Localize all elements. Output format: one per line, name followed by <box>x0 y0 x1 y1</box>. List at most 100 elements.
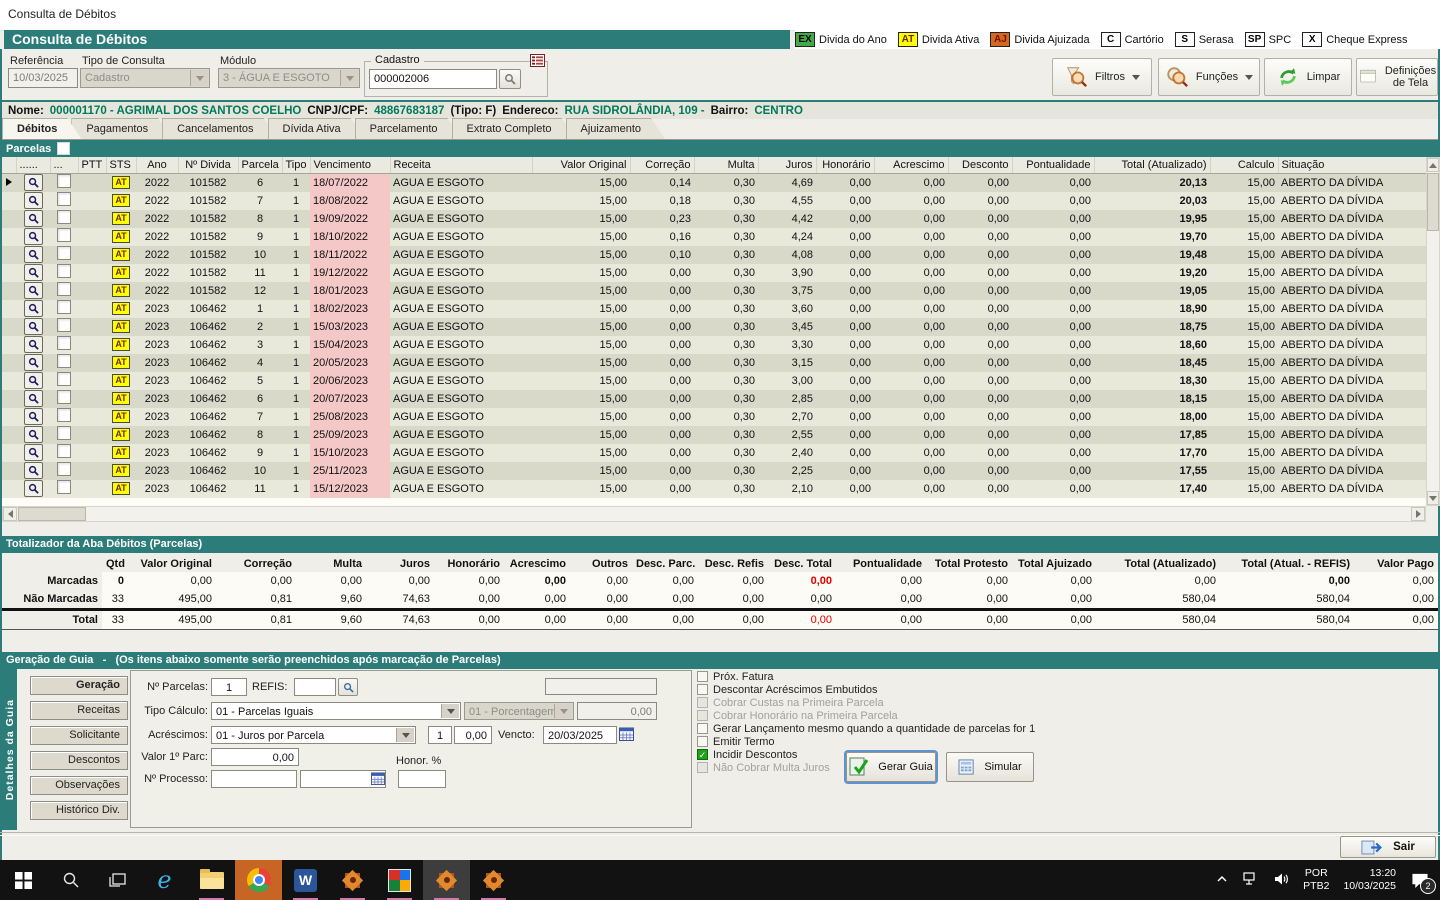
row-checkbox[interactable] <box>57 210 71 224</box>
option-prox-fatura[interactable]: Próx. Fatura <box>697 670 1057 683</box>
tab-debitos[interactable]: Débitos <box>2 118 81 139</box>
grid-header-vencimento[interactable]: Vencimento <box>310 157 391 174</box>
limpar-button[interactable]: Limpar <box>1264 58 1352 96</box>
modulo-select[interactable]: 3 - ÁGUA E ESGOTO <box>218 68 360 88</box>
taskbar-clock[interactable]: 13:20 10/03/2025 <box>1343 867 1396 893</box>
tray-chevron-up-icon[interactable] <box>1216 874 1228 886</box>
guia-nav-historico-div[interactable]: Histórico Div. <box>30 801 128 820</box>
vencto-field[interactable]: 20/03/2025 <box>543 726 617 744</box>
table-row[interactable]: AT 2023 106462 7 1 25/08/2023 AGUA E ESGOTO 15,… <box>2 407 1426 426</box>
definicoes-tela-button[interactable]: Definições de Tela <box>1356 58 1438 96</box>
row-checkbox[interactable] <box>57 192 71 206</box>
grid-header-desconto[interactable]: Desconto <box>948 157 1013 174</box>
table-row[interactable]: AT 2022 101582 11 1 19/12/2022 AGUA E ESGOTO 15… <box>2 263 1426 282</box>
tab-pagamentos[interactable]: Pagamentos <box>71 118 172 139</box>
table-row[interactable]: AT 2022 101582 9 1 18/10/2022 AGUA E ESGOTO 15,… <box>2 227 1426 246</box>
acrescimos-qtd-field[interactable]: 1 <box>428 726 452 744</box>
gerar-guia-button[interactable]: Gerar Guia <box>846 752 936 782</box>
refis-field[interactable] <box>294 678 336 696</box>
table-row[interactable]: AT 2023 106462 1 1 18/02/2023 AGUA E ESGOTO 15,… <box>2 299 1426 318</box>
tipo-consulta-select[interactable]: Cadastro <box>80 68 210 88</box>
row-detail-button[interactable] <box>23 426 43 443</box>
grid-header-total-atualizado[interactable]: Total (Atualizado) <box>1094 157 1211 174</box>
table-row[interactable]: AT 2023 106462 8 1 25/09/2023 AGUA E ESGOTO 15,… <box>2 425 1426 444</box>
option-descontar-acrescimos-embutidos[interactable]: Descontar Acréscimos Embutidos <box>697 683 1057 696</box>
row-detail-button[interactable] <box>23 246 43 263</box>
vencto-calendar-icon[interactable] <box>619 727 634 744</box>
row-detail-button[interactable] <box>23 318 43 335</box>
row-checkbox[interactable] <box>57 408 71 422</box>
guia-nav-receitas[interactable]: Receitas <box>30 701 128 720</box>
vertical-scrollbar[interactable] <box>1426 157 1440 506</box>
taskbar-file-explorer[interactable] <box>188 860 235 900</box>
taskbar-chrome[interactable] <box>235 860 282 900</box>
row-checkbox[interactable] <box>57 354 71 368</box>
grid-header-situacao[interactable]: Situação <box>1278 157 1426 174</box>
tab-ajuizamento[interactable]: Ajuizamento <box>566 118 666 139</box>
row-checkbox[interactable] <box>57 318 71 332</box>
row-detail-button[interactable] <box>23 264 43 281</box>
tipo-calculo-select[interactable]: 01 - Parcelas Iguais <box>211 702 461 720</box>
taskbar-ie[interactable]: e <box>141 860 188 900</box>
taskbar-app-crest-3[interactable] <box>470 860 517 900</box>
acrescimos-select[interactable]: 01 - Juros por Parcela <box>211 726 416 744</box>
cadastro-search-button[interactable] <box>499 69 521 89</box>
row-detail-button[interactable] <box>23 408 43 425</box>
grid-header-multa[interactable]: Multa <box>694 157 759 174</box>
grid-header-sts[interactable]: STS <box>106 157 137 174</box>
filtros-button[interactable]: Filtros <box>1052 58 1152 96</box>
row-detail-button[interactable] <box>23 354 43 371</box>
table-row[interactable]: AT 2023 106462 9 1 15/10/2023 AGUA E ESGOTO 15,… <box>2 443 1426 462</box>
grid-header-indicator[interactable] <box>2 157 17 174</box>
language-indicator[interactable]: POR PTB2 <box>1303 867 1329 893</box>
grid-header-ano[interactable]: Ano <box>136 157 179 174</box>
grid-header-juros[interactable]: Juros <box>758 157 817 174</box>
guia-nav-descontos[interactable]: Descontos <box>30 751 128 770</box>
row-detail-button[interactable] <box>23 282 43 299</box>
checkbox-icon[interactable] <box>697 723 708 734</box>
row-checkbox[interactable] <box>57 444 71 458</box>
row-checkbox[interactable] <box>57 480 71 494</box>
option-emitir-termo[interactable]: Emitir Termo <box>697 735 1057 748</box>
cadastro-list-icon[interactable] <box>530 54 545 70</box>
grid-header-acrescimo[interactable]: Acrescimo <box>874 157 949 174</box>
row-detail-button[interactable] <box>23 174 43 192</box>
guia-nav-observacoes[interactable]: Observações <box>30 776 128 795</box>
acrescimos-num-field[interactable]: 0,00 <box>454 726 492 744</box>
row-detail-button[interactable] <box>23 210 43 227</box>
guia-nav-solicitante[interactable]: Solicitante <box>30 726 128 745</box>
guia-nav-geracao[interactable]: Geração <box>30 676 128 695</box>
refis-search-button[interactable] <box>338 678 358 696</box>
grid-header-[interactable]: ... <box>50 157 79 174</box>
n-processo-field[interactable] <box>211 770 297 788</box>
row-checkbox[interactable] <box>57 282 71 296</box>
valor-primeira-parcela-field[interactable]: 0,00 <box>211 748 299 766</box>
taskbar-app-crest-1[interactable] <box>329 860 376 900</box>
processo-calendar-icon[interactable] <box>371 772 385 788</box>
row-checkbox[interactable] <box>57 426 71 440</box>
grid-header-honorario[interactable]: Honorário <box>816 157 875 174</box>
table-row[interactable]: AT 2022 101582 12 1 18/01/2023 AGUA E ESGOTO 15… <box>2 281 1426 300</box>
row-detail-button[interactable] <box>23 336 43 353</box>
row-detail-button[interactable] <box>23 300 43 317</box>
horizontal-scrollbar[interactable] <box>2 506 1426 522</box>
cadastro-field[interactable]: 000002006 <box>369 69 497 89</box>
row-checkbox[interactable] <box>57 372 71 386</box>
table-row[interactable]: AT 2023 106462 10 1 25/11/2023 AGUA E ESGOTO 15… <box>2 461 1426 480</box>
table-row[interactable]: AT 2023 106462 6 1 20/07/2023 AGUA E ESGOTO 15,… <box>2 389 1426 408</box>
row-checkbox[interactable] <box>57 174 71 189</box>
grid-header-parcela[interactable]: Parcela <box>238 157 283 174</box>
row-checkbox[interactable] <box>57 246 71 260</box>
checkbox-icon[interactable]: ✓ <box>697 749 708 760</box>
row-checkbox[interactable] <box>57 300 71 314</box>
grid-header-n-divida[interactable]: Nº Divida <box>178 157 239 174</box>
start-button[interactable] <box>0 860 47 900</box>
grid-header-calculo[interactable]: Calculo <box>1210 157 1279 174</box>
volume-icon[interactable] <box>1273 872 1289 889</box>
taskbar-media-app[interactable] <box>376 860 423 900</box>
table-row[interactable]: AT 2023 106462 4 1 20/05/2023 AGUA E ESGOTO 15,… <box>2 353 1426 372</box>
table-row[interactable]: AT 2023 106462 11 1 15/12/2023 AGUA E ESGOTO 15… <box>2 479 1426 498</box>
row-detail-button[interactable] <box>23 462 43 479</box>
table-row[interactable]: AT 2022 101582 8 1 19/09/2022 AGUA E ESGOTO 15,… <box>2 209 1426 228</box>
grid-header-[interactable]: ...... <box>16 157 51 174</box>
